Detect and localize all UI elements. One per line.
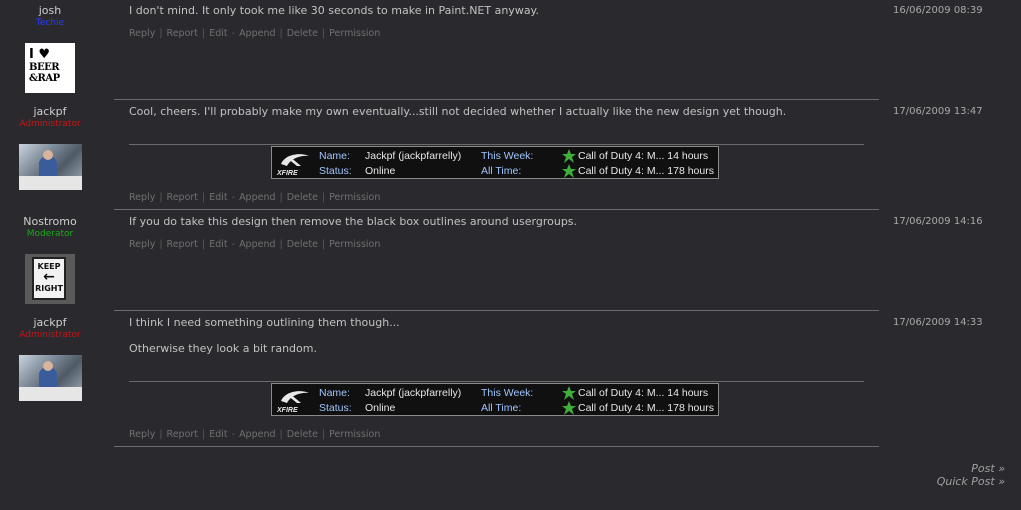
delete-link[interactable]: Delete: [287, 429, 318, 440]
report-link[interactable]: Report: [167, 239, 199, 250]
report-link[interactable]: Report: [167, 429, 199, 440]
xfire-name-value: Jackpf (jackpfarrelly): [365, 387, 462, 399]
avatar: I ♥ BEER &RAP: [25, 43, 75, 93]
post-body: I don't mind. It only took me like 30 se…: [129, 4, 539, 17]
xfire-status-label: Status:: [319, 165, 352, 177]
xfire-signature[interactable]: XFIRE Name: Jackpf (jackpfarrelly) Statu…: [271, 383, 719, 416]
xfire-signature[interactable]: XFIRE Name: Jackpf (jackpfarrelly) Statu…: [271, 146, 719, 179]
edit-link[interactable]: Edit: [209, 28, 227, 39]
post-date: 17/06/2009 14:33: [893, 317, 983, 328]
signature-divider: [129, 144, 864, 145]
post-author: jackpf Administrator: [0, 316, 100, 341]
report-link[interactable]: Report: [167, 28, 199, 39]
avatar-text: BEER: [29, 62, 60, 73]
user-role: Administrator: [19, 119, 81, 129]
xfire-week-value: Call of Duty 4: M... 14 hours: [578, 387, 709, 399]
xfire-week-value: Call of Duty 4: M... 14 hours: [578, 150, 709, 162]
append-link[interactable]: Append: [239, 239, 275, 250]
post-body: Cool, cheers. I'll probably make my own …: [129, 105, 787, 118]
avatar-text: ←: [43, 269, 55, 285]
delete-link[interactable]: Delete: [287, 192, 318, 203]
permission-link[interactable]: Permission: [329, 28, 380, 39]
edit-link[interactable]: Edit: [209, 192, 227, 203]
xfire-week-label: This Week:: [481, 387, 534, 399]
post-actions: Reply | Report | Edit - Append | Delete | Permissi…: [129, 239, 381, 250]
append-link[interactable]: Append: [239, 28, 275, 39]
post-divider: [114, 99, 879, 100]
edit-link[interactable]: Edit: [209, 239, 227, 250]
xfire-status-value: Online: [365, 402, 396, 414]
xfire-name-value: Jackpf (jackpfarrelly): [365, 150, 462, 162]
delete-link[interactable]: Delete: [287, 239, 318, 250]
avatar-text: RIGHT: [35, 284, 63, 293]
username[interactable]: jackpf: [0, 316, 100, 329]
append-link[interactable]: Append: [239, 429, 275, 440]
svg-text:XFIRE: XFIRE: [276, 170, 298, 177]
post-date: 16/06/2009 08:39: [893, 5, 983, 16]
post-author: jackpf Administrator: [0, 105, 100, 130]
xfire-alltime-label: All Time:: [481, 402, 522, 414]
permission-link[interactable]: Permission: [329, 429, 380, 440]
user-role: Moderator: [26, 229, 74, 239]
signature-divider: [129, 381, 864, 382]
xfire-logo-icon: XFIRE: [276, 154, 309, 177]
avatar-text: &RAP: [29, 73, 60, 84]
xfire-alltime-label: All Time:: [481, 165, 522, 177]
post-author: Nostromo Moderator: [0, 215, 100, 240]
xfire-alltime-value: Call of Duty 4: M... 178 hours: [578, 402, 714, 414]
xfire-status-value: Online: [365, 165, 396, 177]
post-actions: Reply | Report | Edit - Append | Delete | Permissi…: [129, 28, 381, 39]
svg-text:XFIRE: XFIRE: [276, 407, 298, 414]
post-body-line: I think I need something outlining them …: [129, 316, 400, 329]
post-date: 17/06/2009 13:47: [893, 106, 983, 117]
post-date: 17/06/2009 14:16: [893, 216, 983, 227]
post-actions: Reply | Report | Edit - Append | Delete | Permissi…: [129, 429, 381, 440]
game-icon: [562, 164, 576, 178]
user-role: Techie: [35, 18, 65, 28]
reply-link[interactable]: Reply: [129, 28, 155, 39]
user-role: Administrator: [19, 330, 81, 340]
post-divider: [114, 446, 879, 447]
xfire-alltime-value: Call of Duty 4: M... 178 hours: [578, 165, 714, 177]
reply-link[interactable]: Reply: [129, 429, 155, 440]
edit-link[interactable]: Edit: [209, 429, 227, 440]
avatar-text: I ♥: [29, 47, 51, 62]
post-link[interactable]: Post »: [937, 462, 1005, 475]
game-icon: [562, 386, 576, 400]
report-link[interactable]: Report: [167, 192, 199, 203]
permission-link[interactable]: Permission: [329, 239, 380, 250]
post-divider: [114, 209, 879, 210]
reply-link[interactable]: Reply: [129, 192, 155, 203]
xfire-status-label: Status:: [319, 402, 352, 414]
post-actions: Reply | Report | Edit - Append | Delete | Permissi…: [129, 192, 381, 203]
avatar: [19, 144, 82, 190]
post-author: josh Techie: [0, 4, 100, 29]
xfire-week-label: This Week:: [481, 150, 534, 162]
xfire-logo-icon: XFIRE: [276, 391, 309, 414]
game-icon: [562, 149, 576, 163]
username[interactable]: josh: [0, 4, 100, 17]
reply-link[interactable]: Reply: [129, 239, 155, 250]
avatar: [19, 355, 82, 401]
xfire-name-label: Name:: [319, 387, 350, 399]
post-body: If you do take this design then remove t…: [129, 215, 578, 228]
game-icon: [562, 401, 576, 415]
post-body-line: Otherwise they look a bit random.: [129, 342, 317, 355]
username[interactable]: Nostromo: [0, 215, 100, 228]
permission-link[interactable]: Permission: [329, 192, 380, 203]
avatar: KEEP ← RIGHT: [25, 254, 75, 304]
quick-post-link[interactable]: Quick Post »: [937, 475, 1005, 488]
footer-links: Post » Quick Post »: [937, 462, 1005, 488]
post-divider: [114, 310, 879, 311]
append-link[interactable]: Append: [239, 192, 275, 203]
xfire-name-label: Name:: [319, 150, 350, 162]
username[interactable]: jackpf: [0, 105, 100, 118]
delete-link[interactable]: Delete: [287, 28, 318, 39]
